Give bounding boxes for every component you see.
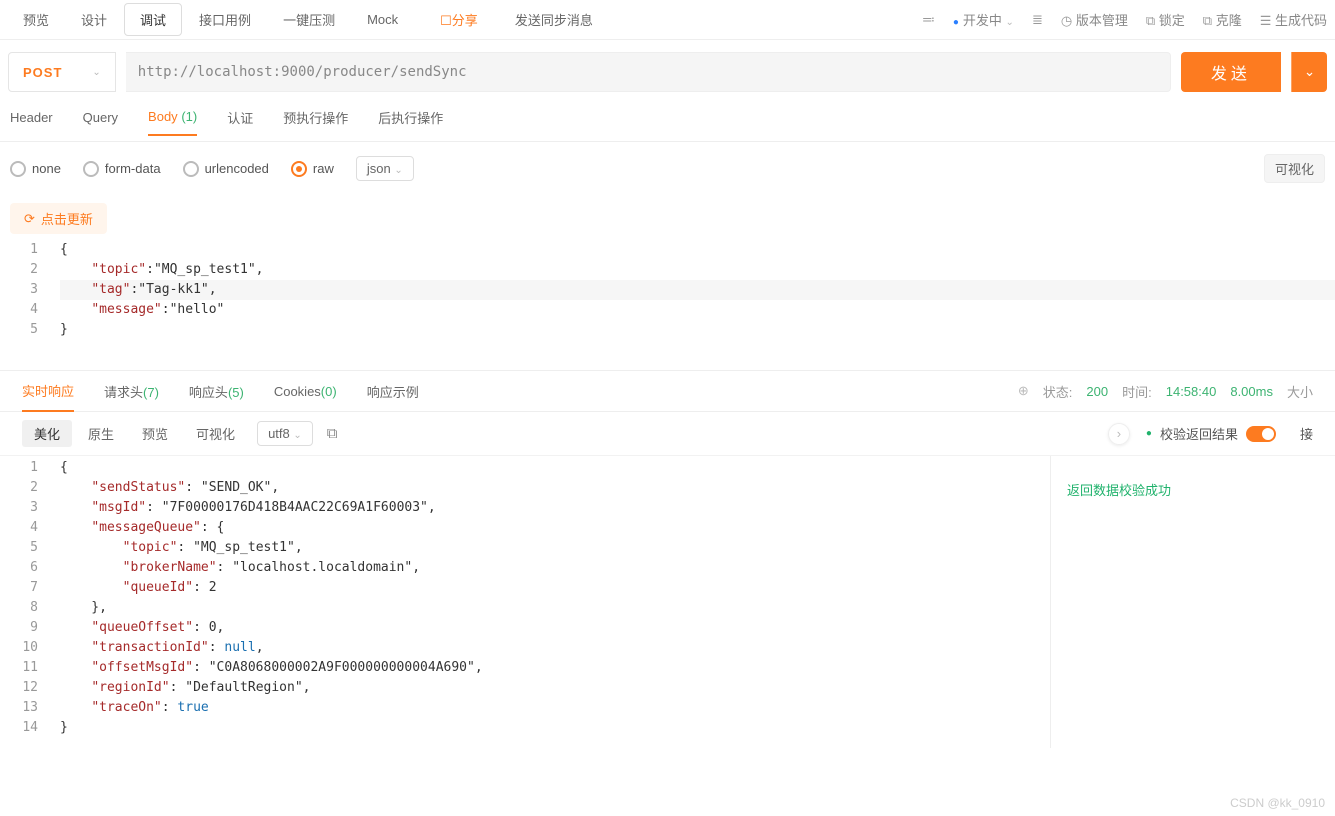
method-select[interactable]: POST ⌄ [8,52,116,92]
tab-usecase[interactable]: 接口用例 [184,4,266,35]
extra-label: 接 [1300,424,1313,443]
tab-post[interactable]: 后执行操作 [378,108,443,137]
chevron-down-icon: ⌄ [1304,64,1315,79]
encoding-select[interactable]: utf8 ⌄ [257,421,313,446]
tab-header[interactable]: Header [10,110,53,135]
tab-pre[interactable]: 预执行操作 [283,108,348,137]
response-tabs: 实时响应 请求头(7) 响应头(5) Cookies(0) 响应示例 ⊕ 状态:… [0,370,1335,412]
tab-mock[interactable]: Mock [352,6,413,33]
validation-panel: 返回数据校验成功 [1050,456,1320,748]
chevron-down-icon: ⌄ [92,67,100,78]
tab-cookies[interactable]: Cookies(0) [274,384,337,399]
url-input[interactable] [126,52,1171,92]
response-time: 14:58:40 [1166,384,1217,399]
watermark: CSDN @kk_0910 [1230,796,1325,810]
top-nav: 预览 设计 调试 接口用例 一键压测 Mock ☐分享 发送同步消息 ≕ 开发中… [0,0,1335,40]
raw-format-select[interactable]: json ⌄ [356,156,414,181]
tab-debug[interactable]: 调试 [124,3,182,36]
body-type-row: none form-data urlencoded raw json ⌄ 可视化 [0,142,1335,195]
visualize-button[interactable]: 可视化 [1264,154,1325,183]
radio-none[interactable]: none [10,161,61,177]
response-body-editor[interactable]: 1234567891011121314 { "sendStatus": "SEN… [0,456,1050,748]
beautify-button[interactable]: 美化 [22,420,72,447]
sort-icon[interactable]: ≣ [1032,12,1043,28]
tab-request-headers[interactable]: 请求头(7) [104,382,159,401]
dev-status-dropdown[interactable]: 开发中 ⌄ [953,10,1014,29]
expand-icon[interactable]: › [1108,423,1130,445]
copy-icon[interactable]: ⧉ [327,425,338,442]
tab-loadtest[interactable]: 一键压测 [268,4,350,35]
request-url-row: POST ⌄ 发送 ⌄ [0,40,1335,104]
tab-query[interactable]: Query [83,110,118,135]
preview-button[interactable]: 预览 [130,420,180,447]
raw-button[interactable]: 原生 [76,420,126,447]
validate-toggle[interactable]: ● 校验返回结果 [1146,424,1276,443]
request-tabs: Header Query Body (1) 认证 预执行操作 后执行操作 [0,104,1335,142]
visual-button[interactable]: 可视化 [184,420,247,447]
tab-response-example[interactable]: 响应示例 [367,382,419,401]
format-icon[interactable]: ≕ [922,12,935,28]
tab-body[interactable]: Body (1) [148,109,197,136]
refresh-button[interactable]: ⟳ 点击更新 [10,203,107,234]
tab-design[interactable]: 设计 [66,4,122,35]
tab-realtime-response[interactable]: 实时响应 [22,371,74,412]
send-more-button[interactable]: ⌄ [1291,52,1327,92]
tab-preview[interactable]: 预览 [8,4,64,35]
tab-auth[interactable]: 认证 [227,108,253,137]
lock-button[interactable]: ⧉ 锁定 [1146,10,1185,29]
globe-icon: ⊕ [1018,383,1029,399]
response-duration: 8.00ms [1230,384,1273,399]
validation-message: 返回数据校验成功 [1067,483,1171,498]
page-title: 发送同步消息 [515,10,593,29]
radio-raw[interactable]: raw [291,161,334,177]
response-toolbar: 美化 原生 预览 可视化 utf8 ⌄ ⧉ › ● 校验返回结果 接 [0,412,1335,456]
share-button[interactable]: ☐分享 [425,4,493,35]
version-button[interactable]: ◷ 版本管理 [1061,10,1128,29]
request-body-editor[interactable]: 12345 { "topic":"MQ_sp_test1", "tag":"Ta… [0,238,1335,370]
clone-button[interactable]: ⧉ 克隆 [1203,10,1242,29]
tab-response-headers[interactable]: 响应头(5) [189,382,244,401]
refresh-icon: ⟳ [24,211,35,227]
radio-form-data[interactable]: form-data [83,161,161,177]
radio-urlencoded[interactable]: urlencoded [183,161,269,177]
response-meta: ⊕ 状态: 200 时间: 14:58:40 8.00ms 大小 [1018,382,1313,401]
send-button[interactable]: 发送 [1181,52,1281,92]
switch-on-icon [1246,426,1276,442]
status-code: 200 [1086,384,1108,399]
gencode-button[interactable]: ☰ 生成代码 [1260,10,1327,29]
